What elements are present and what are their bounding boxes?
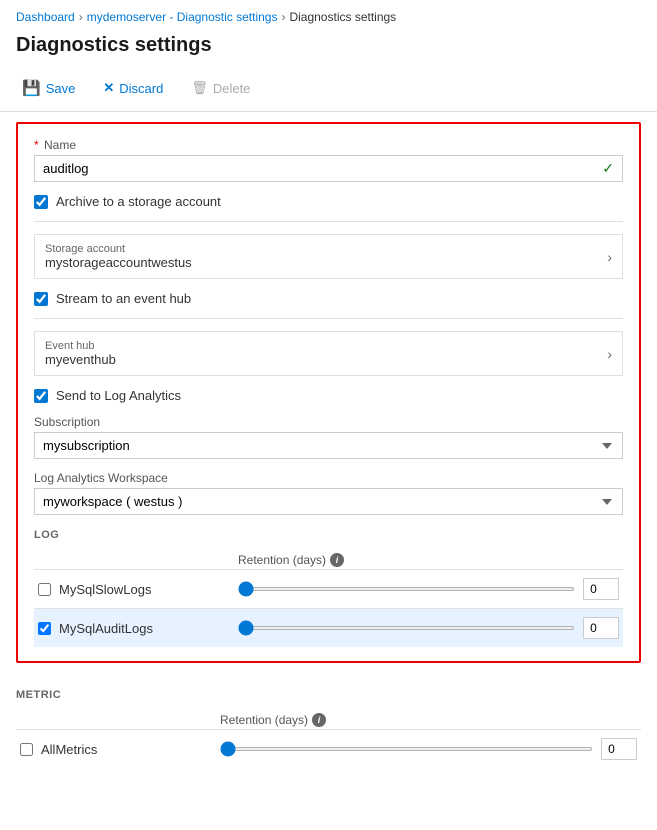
log-row-audit: MySqlAuditLogs [34, 608, 623, 647]
retention-header-label: Retention (days) [238, 553, 326, 567]
discard-icon: ✕ [103, 80, 114, 96]
all-metrics-slider-wrap [220, 738, 637, 760]
metric-header-retention: Retention (days) i [220, 713, 637, 727]
breadcrumb-sep2: › [281, 10, 285, 24]
slow-log-slider[interactable] [238, 587, 575, 591]
log-header-row: Retention (days) i [34, 549, 623, 569]
metric-section-header: METRIC [16, 689, 641, 701]
storage-account-selector[interactable]: Storage account mystorageaccountwestus › [34, 234, 623, 279]
audit-log-name[interactable]: MySqlAuditLogs [59, 621, 153, 636]
subscription-dropdown-row: Subscription mysubscription [34, 415, 623, 459]
chevron-right-icon: › [607, 249, 612, 265]
delete-label: Delete [213, 81, 251, 96]
slow-log-retention-wrap [238, 578, 619, 600]
name-input[interactable] [43, 161, 602, 176]
archive-checkbox-row: Archive to a storage account [34, 194, 623, 209]
log-analytics-checkbox[interactable] [34, 389, 48, 403]
metric-retention-info-icon[interactable]: i [312, 713, 326, 727]
audit-log-retention-input[interactable] [583, 617, 619, 639]
toolbar: 💾 Save ✕ Discard 🗑 Delete [0, 69, 657, 112]
metric-retention-header-label: Retention (days) [220, 713, 308, 727]
event-hub-label: Event hub [45, 340, 116, 352]
retention-info-icon[interactable]: i [330, 553, 344, 567]
audit-log-checkbox-wrap: MySqlAuditLogs [38, 621, 238, 636]
name-input-wrap[interactable]: ✓ [34, 155, 623, 182]
discard-button[interactable]: ✕ Discard [97, 76, 169, 100]
log-analytics-checkbox-row: Send to Log Analytics [34, 388, 623, 403]
slow-log-checkbox-wrap: MySqlSlowLogs [38, 582, 238, 597]
event-hub-selector[interactable]: Event hub myeventhub › [34, 331, 623, 376]
slow-log-name[interactable]: MySqlSlowLogs [59, 582, 152, 597]
storage-account-value: mystorageaccountwestus [45, 255, 192, 270]
event-hub-chevron-icon: › [607, 346, 612, 362]
delete-button[interactable]: 🗑 Delete [185, 76, 256, 100]
workspace-select[interactable]: myworkspace ( westus ) [34, 488, 623, 515]
divider-2 [34, 318, 623, 319]
all-metrics-slider[interactable] [220, 747, 593, 751]
log-analytics-label[interactable]: Send to Log Analytics [56, 388, 181, 403]
breadcrumb-sep1: › [79, 10, 83, 24]
main-content: * Name ✓ Archive to a storage account St… [0, 112, 657, 788]
log-header-retention: Retention (days) i [238, 553, 619, 567]
log-section-header: LOG [34, 529, 623, 541]
stream-event-label[interactable]: Stream to an event hub [56, 291, 191, 306]
all-metrics-retention-wrap [220, 738, 637, 760]
discard-label: Discard [119, 81, 163, 96]
archive-checkbox[interactable] [34, 195, 48, 209]
name-field-group: * Name ✓ [34, 138, 623, 182]
breadcrumb-server[interactable]: mydemoserver - Diagnostic settings [87, 10, 278, 24]
breadcrumb: Dashboard › mydemoserver - Diagnostic se… [0, 0, 657, 30]
event-hub-value: myeventhub [45, 352, 116, 367]
log-row-slow: MySqlSlowLogs [34, 569, 623, 608]
subscription-select[interactable]: mysubscription [34, 432, 623, 459]
delete-icon: 🗑 [191, 80, 208, 96]
save-icon: 💾 [22, 79, 41, 97]
metric-section: METRIC Retention (days) i AllMetrics [16, 663, 641, 768]
audit-log-slider-wrap [238, 617, 619, 639]
metric-header-row: Retention (days) i [16, 709, 641, 729]
all-metrics-name[interactable]: AllMetrics [41, 742, 97, 757]
audit-log-slider[interactable] [238, 626, 575, 630]
stream-event-checkbox[interactable] [34, 292, 48, 306]
storage-account-label: Storage account [45, 243, 192, 255]
slow-log-slider-wrap [238, 578, 619, 600]
all-metrics-checkbox-wrap: AllMetrics [20, 742, 220, 757]
workspace-dropdown-row: Log Analytics Workspace myworkspace ( we… [34, 471, 623, 515]
stream-event-checkbox-row: Stream to an event hub [34, 291, 623, 306]
audit-log-retention-wrap [238, 617, 619, 639]
workspace-label: Log Analytics Workspace [34, 471, 623, 485]
archive-label[interactable]: Archive to a storage account [56, 194, 221, 209]
metric-row-all: AllMetrics [16, 729, 641, 768]
subscription-label: Subscription [34, 415, 623, 429]
storage-account-content: Storage account mystorageaccountwestus [45, 243, 192, 270]
slow-log-retention-input[interactable] [583, 578, 619, 600]
breadcrumb-current: Diagnostics settings [289, 10, 396, 24]
valid-check-icon: ✓ [602, 160, 614, 177]
required-star: * [34, 138, 39, 152]
save-label: Save [46, 81, 76, 96]
name-label: * Name [34, 138, 623, 152]
breadcrumb-dashboard[interactable]: Dashboard [16, 10, 75, 24]
divider-1 [34, 221, 623, 222]
settings-panel: * Name ✓ Archive to a storage account St… [16, 122, 641, 663]
slow-log-checkbox[interactable] [38, 583, 51, 596]
audit-log-checkbox[interactable] [38, 622, 51, 635]
save-button[interactable]: 💾 Save [16, 75, 81, 101]
page-title: Diagnostics settings [0, 30, 657, 69]
all-metrics-checkbox[interactable] [20, 743, 33, 756]
all-metrics-retention-input[interactable] [601, 738, 637, 760]
event-hub-content: Event hub myeventhub [45, 340, 116, 367]
